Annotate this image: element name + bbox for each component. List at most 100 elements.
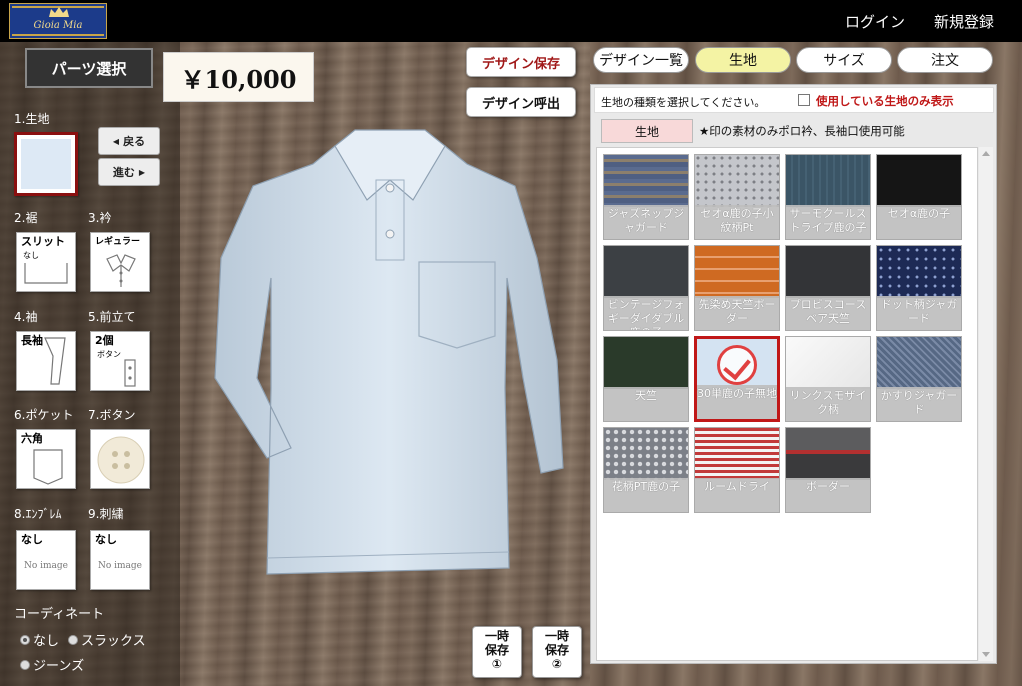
collar-icon <box>106 254 136 287</box>
coord-radio-slacks-label: スラックス <box>81 634 146 649</box>
swatch-label: ドット柄ジャガード <box>877 296 961 330</box>
part-tile-collar[interactable]: レギュラー <box>90 232 150 292</box>
scroll-down-icon[interactable] <box>982 652 990 657</box>
part-tile-embroidery[interactable]: なし No image <box>90 530 150 590</box>
next-button-label: 進む <box>112 166 135 179</box>
radio-dot <box>20 659 30 670</box>
fabric-swatch[interactable]: 花柄PT鹿の子 <box>603 427 689 513</box>
fabric-instruction: 生地の種類を選択してください。 <box>601 96 766 109</box>
shirt-preview <box>214 129 564 575</box>
scroll-up-icon[interactable] <box>982 151 990 156</box>
swatch-label: かすりジャガード <box>877 387 961 421</box>
register-link[interactable]: 新規登録 <box>934 11 994 32</box>
filter-checkbox[interactable] <box>798 94 810 106</box>
swatch-texture <box>877 155 961 207</box>
part-tile-fabric[interactable] <box>14 132 78 196</box>
temp-save-1-line3: ① <box>491 657 503 671</box>
temp-save-2-line2: 保存 <box>544 643 569 657</box>
part-tile-hem[interactable]: スリット なし <box>16 232 76 292</box>
fabric-swatch[interactable]: 天竺 <box>603 336 689 422</box>
part-label-collar: 3.衿 <box>88 211 112 225</box>
part-tile-pocket[interactable]: 六角 <box>16 429 76 489</box>
save-design-button[interactable]: デザイン保存 <box>466 47 576 77</box>
swatch-label: 天竺 <box>604 387 688 421</box>
fabric-swatch[interactable]: セオα鹿の子 <box>876 154 962 240</box>
swatch-texture <box>695 246 779 298</box>
login-link[interactable]: ログイン <box>845 11 905 32</box>
part-tile-button[interactable] <box>90 429 150 489</box>
swatch-texture <box>604 246 688 298</box>
next-button[interactable]: 進む ▶ <box>98 158 160 186</box>
sleeve-icon <box>44 337 66 385</box>
pocket-tile-text: 六角 <box>21 432 43 445</box>
pocket-icon <box>33 449 63 485</box>
swatch-label: セオα鹿の子 <box>877 205 961 239</box>
swatch-label: 30単鹿の子無地 <box>697 385 777 419</box>
part-tile-sleeve[interactable]: 長袖 <box>16 331 76 391</box>
parts-select-button[interactable]: パーツ選択 <box>25 48 153 88</box>
coord-radio-jeans[interactable]: ジーンズ <box>20 655 84 674</box>
part-label-pocket: 6.ポケット <box>14 408 74 422</box>
placket-tile-text: 2個 <box>95 334 114 347</box>
coord-radio-none-label: なし <box>33 634 60 649</box>
radio-dot <box>68 634 78 645</box>
hem-tile-text: スリット <box>21 235 65 248</box>
fabric-note: ★印の素材のみポロ衿、長袖口使用可能 <box>699 124 905 138</box>
tab-fabric[interactable]: 生地 <box>695 47 791 73</box>
temp-save-2-line1: 一時 <box>544 629 569 643</box>
tab-order[interactable]: 注文 <box>897 47 993 73</box>
load-design-button[interactable]: デザイン呼出 <box>466 87 576 117</box>
brand-logo[interactable]: Gioia Mia <box>9 3 107 39</box>
fabric-swatch[interactable]: サーモクールストライプ鹿の子 <box>785 154 871 240</box>
coord-radio-slacks[interactable]: スラックス <box>68 630 146 649</box>
fabric-scrollbar[interactable] <box>979 147 993 661</box>
emblem-noimage: No image <box>23 561 69 571</box>
fabric-grid: ジャズネップジャガード セオα鹿の子小紋柄Pt サーモクールストライプ鹿の子 セ… <box>596 147 978 661</box>
swatch-label: ジャズネップジャガード <box>604 205 688 239</box>
swatch-texture <box>604 155 688 207</box>
swatch-label: リンクスモザイク柄 <box>786 387 870 421</box>
fabric-swatch[interactable]: プロビスコースベア天竺 <box>785 245 871 331</box>
fabric-filter-bar: 生地の種類を選択してください。 使用している生地のみ表示 <box>594 87 994 113</box>
temp-save-1-line2: 保存 <box>484 643 509 657</box>
fabric-swatch[interactable]: リンクスモザイク柄 <box>785 336 871 422</box>
fabric-swatch[interactable]: かすりジャガード <box>876 336 962 422</box>
collar-tile-text: レギュラー <box>95 237 141 247</box>
fabric-swatch[interactable]: セオα鹿の子小紋柄Pt <box>694 154 780 240</box>
triangle-left-icon: ◀ <box>112 136 120 146</box>
coord-radio-none[interactable]: なし <box>20 630 59 649</box>
fabric-swatch-selected[interactable]: 30単鹿の子無地 <box>694 336 780 422</box>
button-icon <box>97 436 145 484</box>
embroidery-tile-text: なし <box>95 533 117 546</box>
tab-design-list[interactable]: デザイン一覧 <box>593 47 689 73</box>
part-label-embroidery: 9.刺繍 <box>88 507 124 521</box>
fabric-swatch[interactable]: ビンテージフォギーダイダブル鹿の子 <box>603 245 689 331</box>
part-tile-emblem[interactable]: なし No image <box>16 530 76 590</box>
filter-checkbox-label[interactable]: 使用している生地のみ表示 <box>816 93 954 109</box>
fabric-swatch[interactable]: ドット柄ジャガード <box>876 245 962 331</box>
part-label-placket: 5.前立て <box>88 310 136 324</box>
part-tile-placket[interactable]: 2個 ボタン <box>90 331 150 391</box>
fabric-swatch[interactable]: ルームドライ <box>694 427 780 513</box>
part-label-emblem: 8.ｴﾝﾌﾞﾚﾑ <box>14 507 62 521</box>
swatch-label: 花柄PT鹿の子 <box>604 478 688 512</box>
temp-save-2-button[interactable]: 一時 保存 ② <box>532 626 582 678</box>
radio-dot <box>20 634 30 645</box>
fabric-preview <box>21 139 71 189</box>
tab-size[interactable]: サイズ <box>796 47 892 73</box>
fabric-swatch[interactable]: ボーダー <box>785 427 871 513</box>
coord-radio-jeans-label: ジーンズ <box>33 659 85 674</box>
back-button-label: 戻る <box>123 135 146 148</box>
fabric-category-chip[interactable]: 生地 <box>601 119 693 143</box>
fabric-swatch[interactable]: ジャズネップジャガード <box>603 154 689 240</box>
back-button[interactable]: ◀ 戻る <box>98 127 160 155</box>
swatch-label: ビンテージフォギーダイダブル鹿の子 <box>604 296 688 330</box>
part-label-hem: 2.裾 <box>14 211 38 225</box>
fabric-panel: 生地の種類を選択してください。 使用している生地のみ表示 生地 ★印の素材のみポ… <box>590 84 997 664</box>
emblem-tile-text: なし <box>21 533 43 546</box>
swatch-texture <box>877 246 961 298</box>
fabric-swatch[interactable]: 先染め天竺ボーダー <box>694 245 780 331</box>
hem-tile-sub: なし <box>23 251 39 260</box>
checkmark-icon <box>717 345 757 385</box>
temp-save-1-button[interactable]: 一時 保存 ① <box>472 626 522 678</box>
